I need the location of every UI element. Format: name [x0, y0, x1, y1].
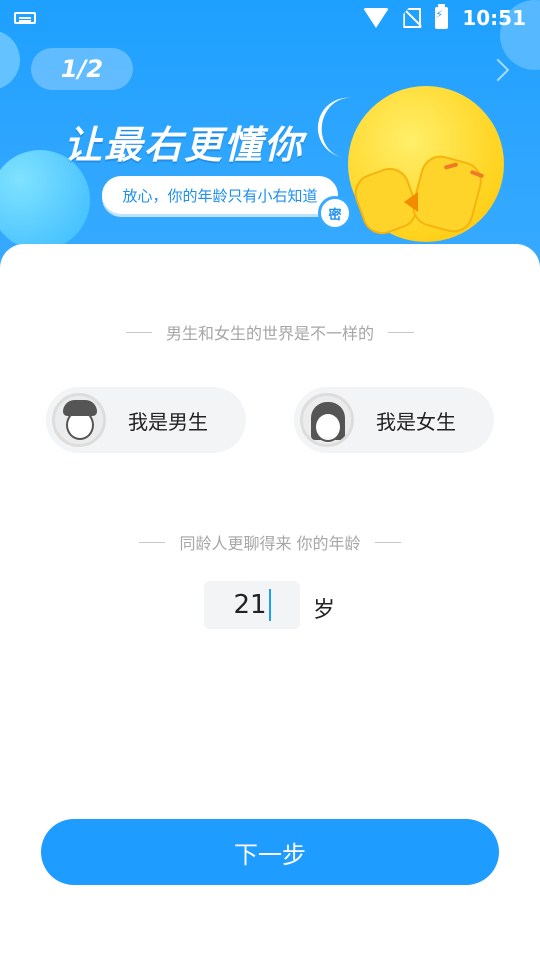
wifi-icon: [363, 8, 390, 28]
privacy-bubble: 放心，你的年龄只有小右知道: [102, 176, 338, 214]
male-option-button[interactable]: 我是男生: [46, 387, 246, 453]
header-banner: 10:51 1/2 让最右更懂你 放心，你的年龄只有小右知道 密: [0, 0, 540, 270]
status-time: 10:51: [462, 6, 526, 30]
mascot-beak: [404, 192, 418, 212]
chevron-right-icon[interactable]: [486, 58, 510, 82]
male-avatar-icon: [52, 393, 106, 447]
text-cursor: [268, 589, 271, 621]
gender-section-title: 男生和女生的世界是不一样的: [0, 320, 540, 344]
decorative-bubble: [0, 30, 20, 90]
female-option-label: 我是女生: [376, 409, 456, 434]
age-input[interactable]: 21: [204, 581, 300, 629]
status-bar: 10:51: [0, 0, 540, 36]
age-unit-label: 岁: [313, 598, 336, 623]
next-step-button[interactable]: 下一步: [41, 819, 499, 885]
gender-section-title-text: 男生和女生的世界是不一样的: [165, 324, 374, 343]
battery-charging-icon: [435, 4, 449, 29]
step-indicator: 1/2: [31, 48, 133, 90]
divider: [388, 331, 414, 333]
female-option-button[interactable]: 我是女生: [294, 387, 494, 453]
no-sim-icon: [403, 8, 422, 28]
secret-badge: 密: [318, 196, 352, 230]
divider: [125, 331, 152, 333]
male-option-label: 我是男生: [128, 409, 208, 434]
divider: [374, 541, 401, 543]
female-avatar-icon: [300, 393, 354, 447]
age-section-title: 同龄人更聊得来 你的年龄: [0, 530, 540, 554]
keyboard-icon: [14, 12, 36, 24]
age-value: 21: [233, 590, 267, 620]
page-title: 让最右更懂你: [64, 123, 305, 167]
divider: [139, 541, 166, 543]
age-section-title-text: 同龄人更聊得来 你的年龄: [179, 534, 361, 553]
